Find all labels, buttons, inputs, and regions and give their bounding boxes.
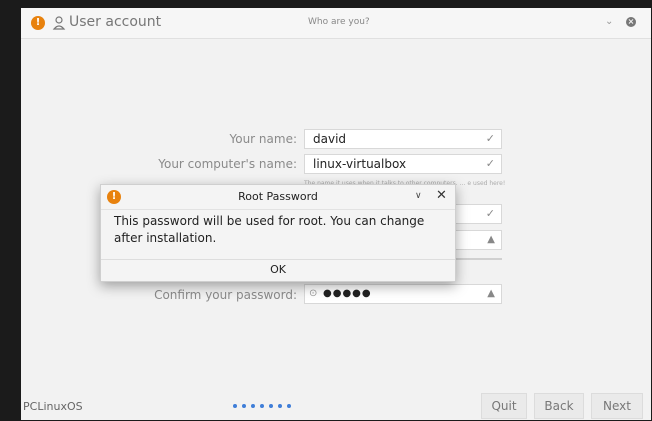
name-field[interactable]: david ✓ — [304, 129, 502, 149]
quit-button[interactable]: Quit — [481, 393, 527, 419]
name-value: david — [313, 132, 347, 146]
brand-label: PCLinuxOS — [23, 400, 83, 413]
confirm-password-field[interactable]: ⊙ ●●●●● ▲ — [304, 284, 502, 304]
chevron-down-icon[interactable]: ∨ — [415, 191, 422, 201]
window-subtitle: Who are you? — [308, 17, 370, 27]
step-dot — [278, 404, 282, 408]
next-button[interactable]: Next — [591, 393, 643, 419]
close-icon[interactable]: ✕ — [436, 188, 447, 203]
warning-icon: ▲ — [487, 288, 495, 299]
dialog-message: This password will be used for root. You… — [114, 214, 425, 245]
dialog-title: Root Password — [238, 190, 318, 203]
step-dot — [287, 404, 291, 408]
root-password-dialog: ! Root Password ∨ ✕ This password will b… — [100, 184, 456, 282]
back-button[interactable]: Back — [534, 393, 584, 419]
close-icon[interactable]: × — [626, 17, 636, 27]
password-dots: ●●●●● — [323, 288, 372, 299]
step-dot — [242, 404, 246, 408]
computer-name-field[interactable]: linux-virtualbox ✓ — [304, 154, 502, 174]
window-title: User account — [69, 14, 162, 30]
check-icon: ✓ — [485, 157, 495, 170]
user-icon — [52, 16, 66, 30]
title-bar: ! User account Who are you? ⌄ × — [21, 8, 651, 39]
step-indicator — [233, 404, 296, 412]
step-dot — [251, 404, 255, 408]
warning-icon: ! — [31, 16, 45, 30]
check-icon: ✓ — [485, 132, 495, 145]
computer-name-label: Your computer's name: — [158, 157, 297, 171]
eye-icon[interactable]: ⊙ — [309, 288, 317, 299]
chevron-down-icon[interactable]: ⌄ — [605, 16, 613, 27]
installer-window: ! User account Who are you? ⌄ × Your nam… — [21, 8, 651, 420]
dialog-title-bar: ! Root Password ∨ ✕ — [101, 185, 455, 210]
name-label: Your name: — [229, 132, 297, 146]
confirm-password-label: Confirm your password: — [154, 288, 297, 302]
ok-button[interactable]: OK — [101, 259, 455, 281]
step-dot — [260, 404, 264, 408]
step-dot — [233, 404, 237, 408]
warning-icon: ▲ — [487, 234, 495, 245]
step-dot — [269, 404, 273, 408]
computer-name-value: linux-virtualbox — [313, 157, 407, 171]
check-icon: ✓ — [485, 207, 495, 220]
